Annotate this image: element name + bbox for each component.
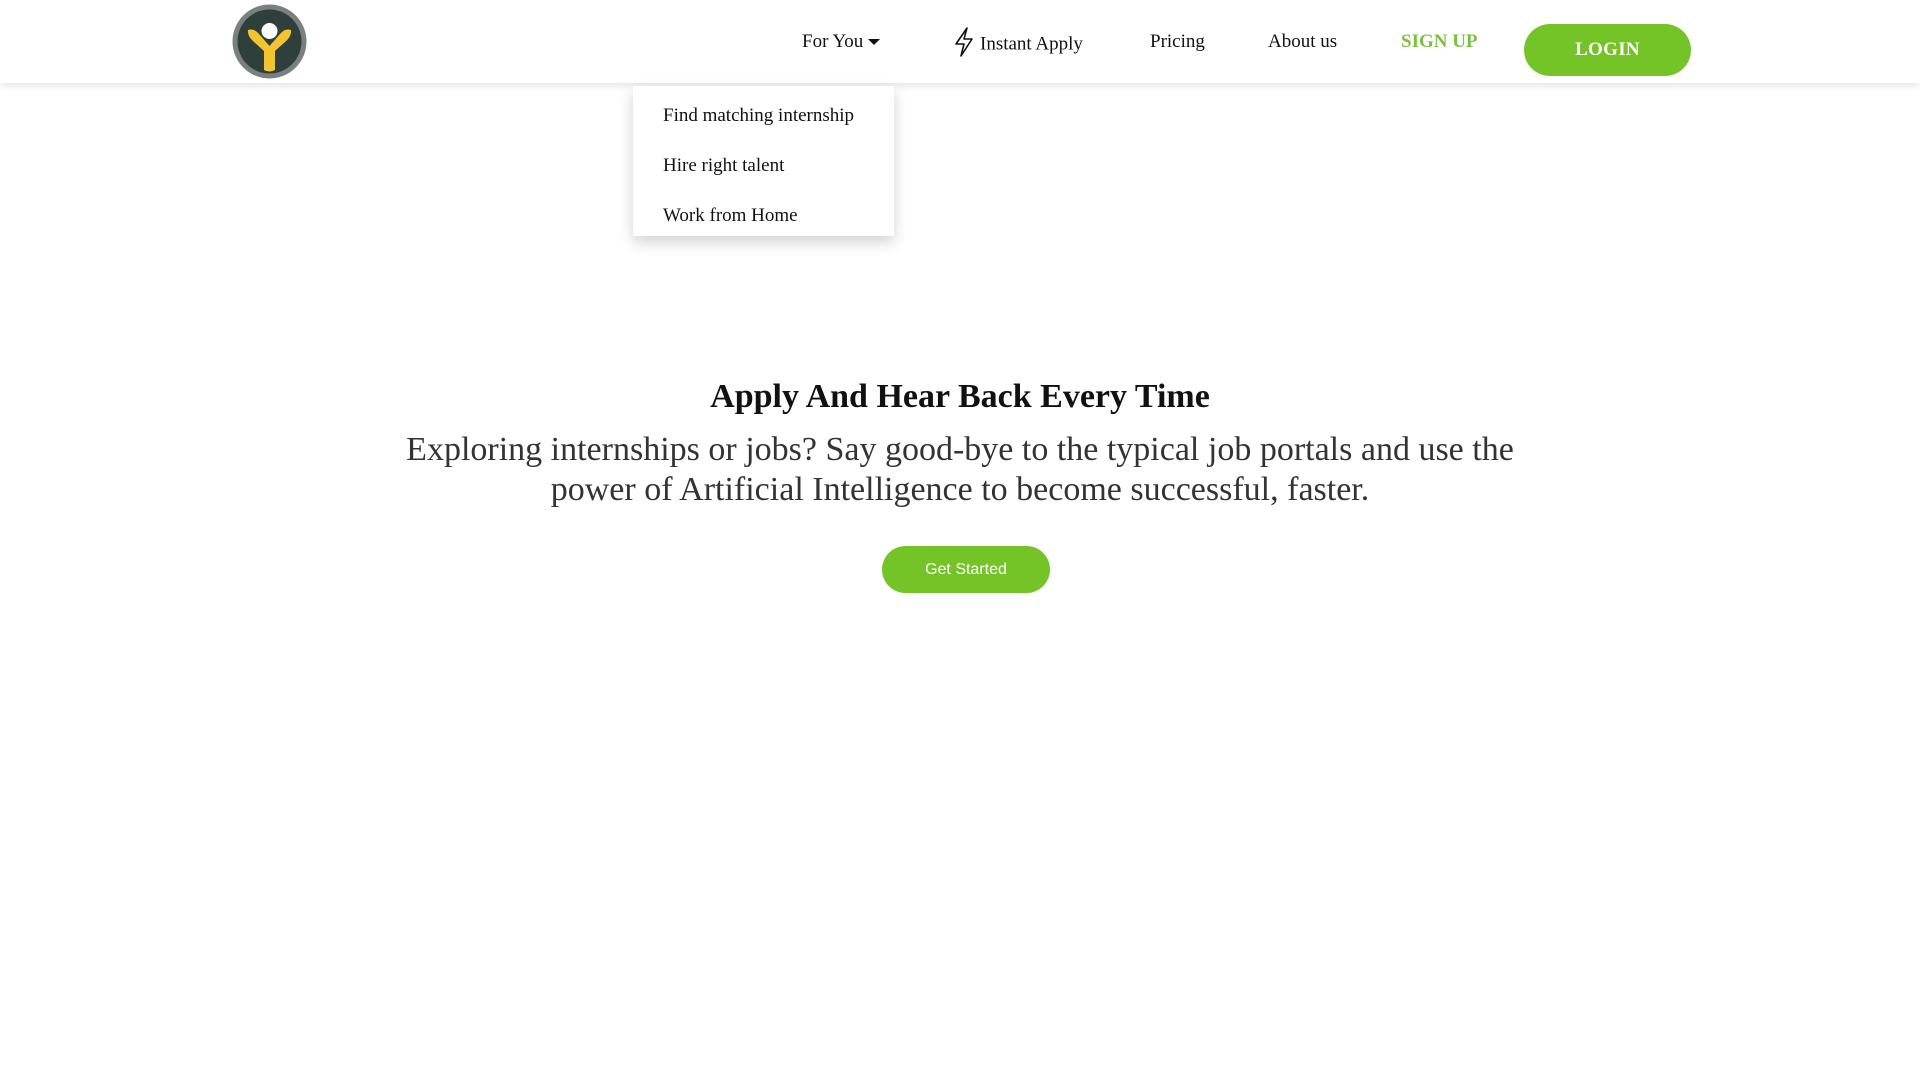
login-button-label: LOGIN [1575, 39, 1640, 60]
dropdown-item-find-matching-internship[interactable]: Find matching internship [663, 105, 854, 127]
hero-subtitle: Exploring internships or jobs? Say good-… [406, 431, 1514, 508]
site-logo[interactable] [232, 4, 307, 79]
dropdown-item-work-from-home[interactable]: Work from Home [663, 205, 798, 227]
for-you-dropdown-menu: Find matching internship Hire right tale… [633, 86, 894, 236]
login-button[interactable]: LOGIN [1524, 24, 1691, 76]
nav-instant-apply-label: Instant Apply [980, 33, 1083, 55]
get-started-button[interactable]: Get Started [882, 546, 1050, 593]
nav-pricing[interactable]: Pricing [1150, 30, 1205, 54]
hero-title: Apply And Hear Back Every Time [710, 378, 1210, 415]
caret-down-icon [868, 38, 881, 45]
nav-for-you-label: For You [802, 31, 864, 52]
nav-instant-apply[interactable]: Instant Apply [953, 27, 1083, 60]
lightning-bolt-icon [955, 27, 973, 57]
top-navbar: For You Instant Apply Pricing About us S… [0, 0, 1920, 83]
nav-sign-up[interactable]: SIGN UP [1401, 30, 1478, 54]
nav-for-you[interactable]: For You [802, 30, 881, 54]
get-started-button-label: Get Started [925, 560, 1007, 578]
person-circle-logo-icon [232, 4, 307, 79]
nav-about-us[interactable]: About us [1268, 30, 1337, 54]
dropdown-item-hire-right-talent[interactable]: Hire right talent [663, 155, 784, 177]
